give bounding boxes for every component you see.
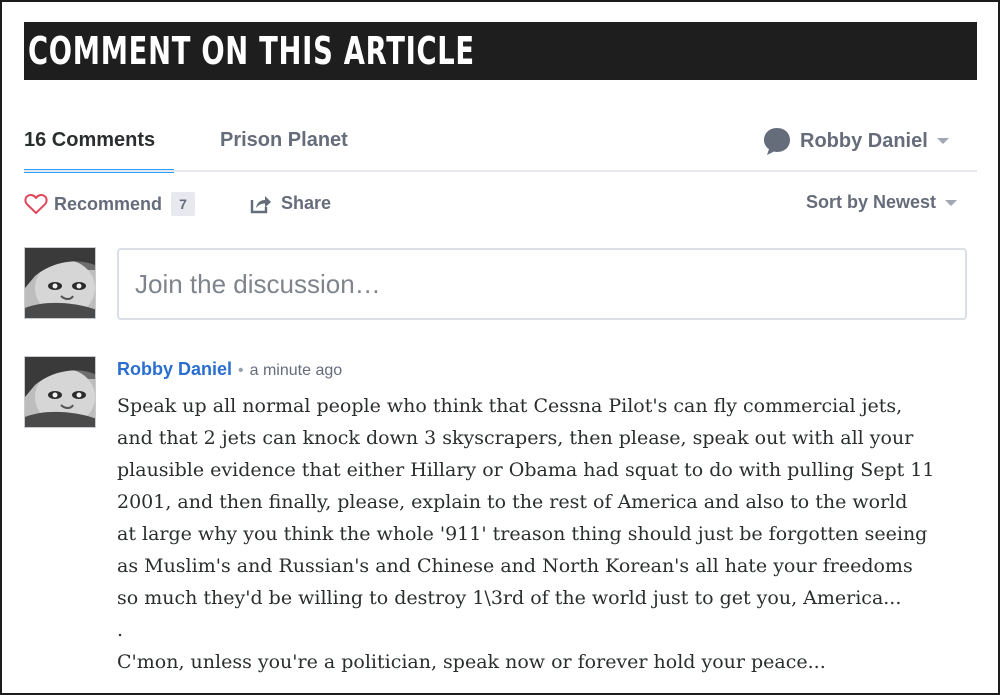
comment-author-link[interactable]: Robby Daniel — [117, 359, 232, 380]
discussion-input[interactable] — [117, 248, 967, 320]
comment-line: plausible evidence that either Hillary o… — [117, 459, 935, 481]
user-menu-name: Robby Daniel — [800, 129, 928, 152]
meta-separator: • — [238, 362, 244, 379]
chat-bubble-icon — [762, 126, 792, 156]
banner-title: COMMENT ON THIS ARTICLE — [28, 29, 475, 73]
comment-header: Robby Daniel • a minute ago — [117, 359, 342, 380]
comment-line: at large why you think the whole '911' t… — [117, 523, 928, 545]
recommend-count-badge: 7 — [171, 192, 196, 216]
sort-label: Sort by Newest — [806, 192, 937, 212]
chevron-down-icon — [945, 199, 958, 206]
thread-actions: Recommend 7 Share Sort by Newest — [24, 190, 977, 222]
comment-author-avatar[interactable] — [24, 356, 96, 428]
heart-icon — [24, 193, 48, 215]
recommend-label: Recommend — [54, 193, 163, 214]
comment-line: so much they'd be willing to destroy 1\3… — [117, 587, 902, 609]
comment-line: C'mon, unless you're a politician, speak… — [117, 651, 826, 673]
section-banner: COMMENT ON THIS ARTICLE — [24, 22, 977, 80]
nav-divider — [24, 170, 977, 172]
comment-body: Speak up all normal people who think tha… — [117, 390, 967, 678]
share-button[interactable]: Share — [250, 193, 331, 214]
comment-line: and that 2 jets can knock down 3 skyscra… — [117, 427, 914, 449]
chevron-down-icon — [936, 138, 949, 144]
user-menu[interactable]: Robby Daniel — [762, 124, 949, 158]
recommend-button[interactable]: Recommend 7 — [24, 192, 196, 216]
comment-line: as Muslim's and Russian's and Chinese an… — [117, 555, 913, 577]
tab-forum[interactable]: Prison Planet — [220, 129, 348, 152]
comment-line: 2001, and then finally, please, explain … — [117, 491, 908, 513]
comment-line: . — [117, 619, 124, 641]
tab-comments-label: 16 Comments — [24, 129, 156, 151]
sort-dropdown[interactable]: Sort by Newest — [806, 192, 958, 213]
comment-timestamp[interactable]: a minute ago — [250, 362, 343, 380]
current-user-avatar — [24, 247, 96, 319]
comment-line: Speak up all normal people who think tha… — [117, 395, 903, 417]
share-label: Share — [281, 193, 332, 213]
comments-nav: 16 Comments Prison Planet Robby Daniel — [24, 110, 977, 174]
share-icon — [250, 194, 272, 214]
